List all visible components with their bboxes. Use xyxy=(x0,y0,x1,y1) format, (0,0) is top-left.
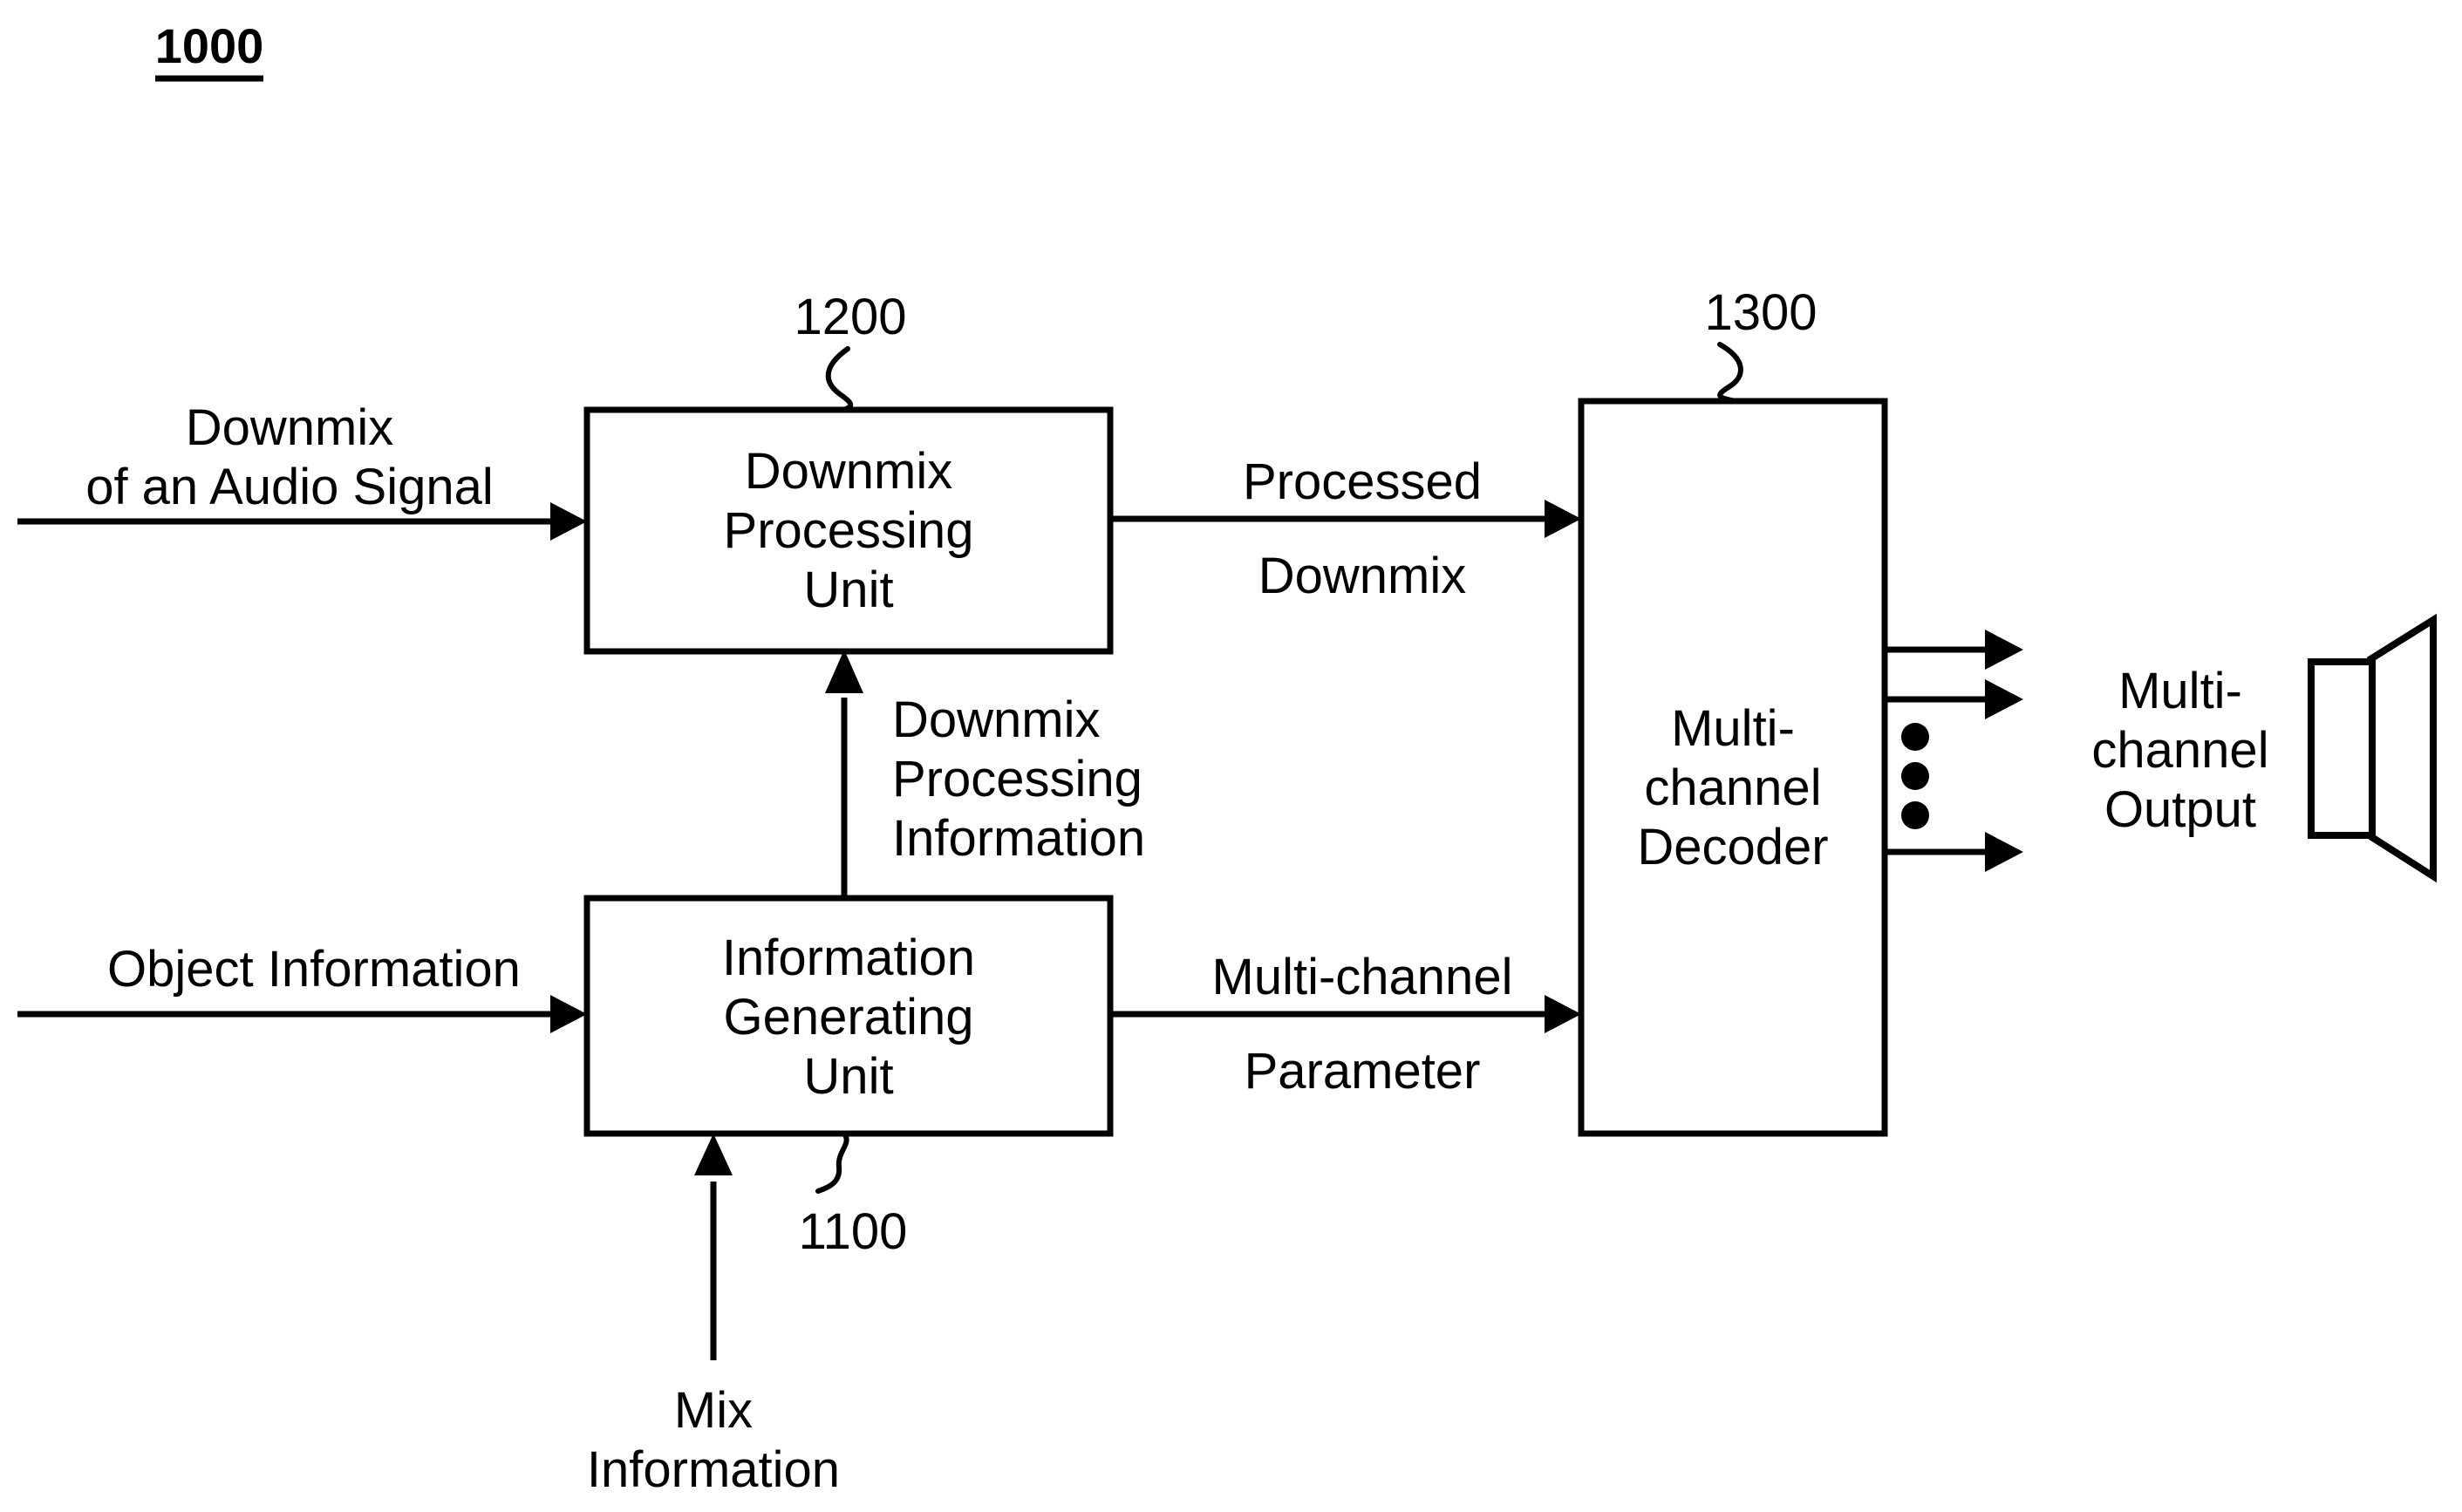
reference-label-1300: 1300 xyxy=(1704,284,1817,341)
output-arrow-head-2 xyxy=(1985,679,2023,719)
signal-downmix-processing-information: Downmix Processing Information xyxy=(825,650,1145,898)
multi-channel-decoder-line-2: channel xyxy=(1644,759,1821,816)
block-diagram: 1000 Downmix Processing Unit 1200 Inform… xyxy=(17,18,2437,1498)
block-downmix-processing-unit[interactable]: Downmix Processing Unit xyxy=(583,406,1114,655)
reference-label-1100: 1100 xyxy=(799,1203,908,1260)
signal-multi-channel-parameter: Multi-channel Parameter xyxy=(1110,949,1581,1100)
downmix-processing-information-line-2: Processing xyxy=(892,751,1142,807)
processed-downmix-label-above: Processed xyxy=(1243,453,1482,510)
multi-channel-output-label-line-3: Output xyxy=(2104,781,2256,838)
mix-information-arrow-head xyxy=(694,1134,733,1175)
downmix-processing-unit-line-1: Downmix xyxy=(745,443,953,500)
signal-mix-information-input: Mix Information xyxy=(587,1134,840,1498)
downmix-input-arrow-head xyxy=(550,502,587,541)
loudspeaker-cone xyxy=(2367,613,2437,883)
loudspeaker-body xyxy=(2308,658,2376,839)
block-information-generating-unit[interactable]: Information Generating Unit xyxy=(583,895,1114,1137)
multi-channel-parameter-label-above: Multi-channel xyxy=(1212,949,1513,1005)
multi-channel-parameter-label-below: Parameter xyxy=(1245,1043,1481,1100)
leader-line-1100 xyxy=(815,1131,849,1194)
downmix-processing-unit-line-3: Unit xyxy=(803,562,893,618)
information-generating-unit-line-1: Information xyxy=(722,930,975,986)
processed-downmix-label-below: Downmix xyxy=(1258,548,1467,604)
multi-channel-output-label-line-1: Multi- xyxy=(2118,663,2242,719)
loudspeaker-icon xyxy=(2308,613,2437,883)
processed-downmix-arrow-head xyxy=(1545,500,1581,538)
ellipsis-dot-3 xyxy=(1901,801,1929,829)
figure-canvas: 1000 Downmix Processing Unit 1200 Inform… xyxy=(0,0,2462,1512)
figure-number-label: 1000 xyxy=(155,18,264,73)
leader-line-1200 xyxy=(825,346,854,412)
multi-channel-output-label-line-2: channel xyxy=(2091,722,2268,779)
output-arrow-head-1 xyxy=(1985,630,2023,670)
downmix-processing-information-line-1: Downmix xyxy=(892,691,1101,748)
block-multi-channel-decoder[interactable]: Multi- channel Decoder xyxy=(1578,398,1888,1137)
ellipsis-dot-1 xyxy=(1901,723,1929,751)
downmix-input-label-line-1: Downmix xyxy=(186,399,394,456)
output-arrow-head-3 xyxy=(1985,832,2023,872)
information-generating-unit-line-2: Generating xyxy=(724,989,974,1045)
signal-multi-channel-output: Multi- channel Output xyxy=(1885,630,2269,872)
multi-channel-parameter-arrow-head xyxy=(1545,995,1581,1033)
information-generating-unit-line-3: Unit xyxy=(803,1048,893,1105)
vertical-ellipsis-icon xyxy=(1901,723,1929,829)
multi-channel-decoder-line-3: Decoder xyxy=(1637,819,1828,875)
object-information-arrow-head xyxy=(550,995,587,1033)
downmix-input-label-line-2: of an Audio Signal xyxy=(85,459,494,515)
downmix-processing-information-arrow-head xyxy=(825,650,863,693)
reference-numeral-1100: 1100 xyxy=(799,1131,908,1260)
figure-number: 1000 xyxy=(155,18,264,82)
mix-information-label-line-2: Information xyxy=(587,1441,840,1498)
reference-label-1200: 1200 xyxy=(794,289,906,345)
downmix-processing-unit-line-2: Processing xyxy=(724,502,974,559)
signal-downmix-input: Downmix of an Audio Signal xyxy=(17,399,587,541)
signal-processed-downmix: Processed Downmix xyxy=(1110,453,1581,604)
signal-object-information-input: Object Information xyxy=(17,941,587,1033)
object-information-label: Object Information xyxy=(107,941,521,998)
reference-numeral-1200: 1200 xyxy=(794,289,907,412)
multi-channel-decoder-line-1: Multi- xyxy=(1671,700,1795,757)
ellipsis-dot-2 xyxy=(1901,762,1929,790)
reference-numeral-1300: 1300 xyxy=(1704,284,1818,404)
leader-line-1300 xyxy=(1717,342,1743,404)
downmix-processing-information-line-3: Information xyxy=(892,810,1145,867)
mix-information-label-line-1: Mix xyxy=(674,1382,753,1439)
